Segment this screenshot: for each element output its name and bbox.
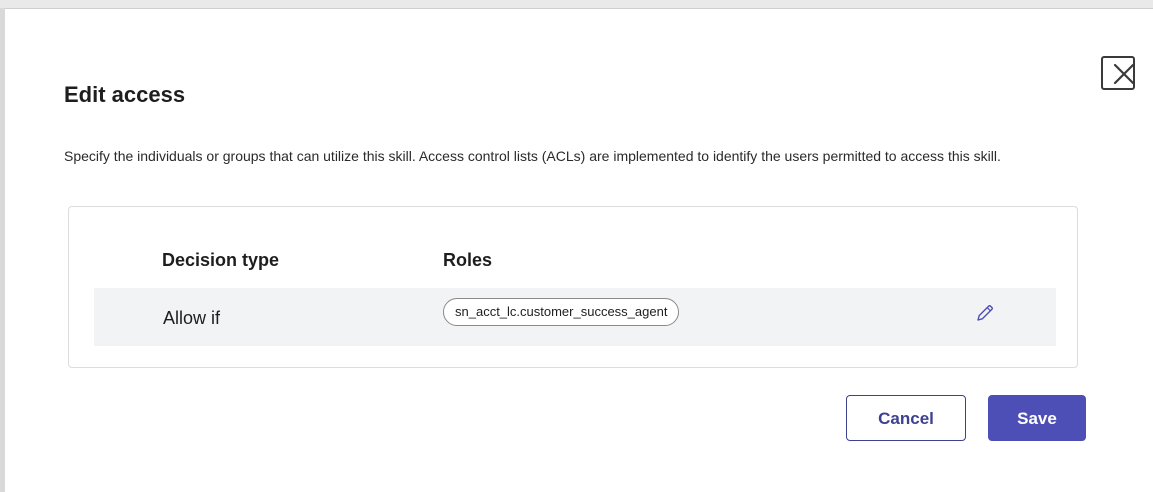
column-header-decision-type: Decision type [162, 250, 280, 270]
dialog-description: Specify the individuals or groups that c… [64, 148, 1001, 164]
acl-row: Allow if sn_acct_lc.customer_success_age… [94, 288, 1056, 346]
cancel-button[interactable]: Cancel [846, 395, 966, 441]
acl-card: Decision type Roles Allow if sn_acct_lc.… [68, 206, 1078, 368]
role-chip: sn_acct_lc.customer_success_agent [443, 298, 680, 326]
background-page-edge [0, 8, 5, 492]
dialog-title: Edit access [64, 82, 186, 107]
column-header-roles: Roles [443, 250, 493, 270]
edit-acl-button[interactable] [974, 302, 996, 324]
background-page-strip [0, 0, 1153, 9]
edit-access-dialog: Edit access Specify the individuals or g… [6, 9, 1153, 492]
decision-type-value: Allow if [163, 308, 221, 328]
close-icon [1113, 63, 1135, 85]
pencil-icon [977, 305, 993, 321]
page: Edit access Specify the individuals or g… [0, 0, 1153, 492]
close-button[interactable] [1101, 56, 1135, 90]
save-button[interactable]: Save [988, 395, 1086, 441]
